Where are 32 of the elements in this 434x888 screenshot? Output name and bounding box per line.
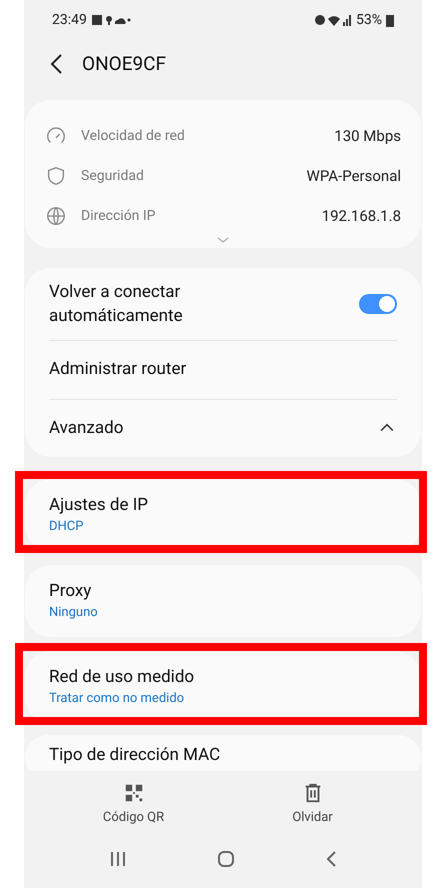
network-title: ONOE9CF (82, 50, 166, 77)
info-value: WPA-Personal (306, 166, 401, 187)
setting-label[interactable]: Administrar router (49, 359, 186, 379)
info-value: 130 Mbps (334, 126, 401, 147)
option-value: DHCP (49, 518, 84, 536)
shield-icon (45, 165, 67, 187)
option-card[interactable]: Proxy Ninguno (25, 565, 421, 637)
info-label: Velocidad de red (81, 126, 186, 146)
bottom-action[interactable]: Código QR (74, 782, 194, 828)
setting-label: Volver a conectar automáticamente (49, 281, 184, 328)
battery-percent: 53% (356, 10, 382, 30)
back-icon[interactable] (325, 851, 337, 867)
status-icons (314, 13, 352, 27)
setting-label[interactable]: Avanzado (49, 416, 124, 441)
option-value: Tratar como no medido (49, 690, 186, 708)
battery-icon (386, 14, 394, 26)
info-value: 192.168.1.8 (322, 206, 401, 227)
option-card[interactable]: Tipo de dirección MAC (25, 735, 421, 771)
notification-icons (90, 14, 131, 26)
option-title: Red de uso medido (49, 666, 196, 689)
recent-apps-icon[interactable] (109, 851, 127, 867)
home-icon[interactable] (217, 851, 235, 867)
option-title: Proxy (49, 580, 92, 603)
option-title: Ajustes de IP (49, 494, 150, 517)
option-value: Ninguno (49, 604, 99, 622)
bottom-action[interactable]: Olvidar (252, 782, 372, 828)
info-label: Dirección IP (81, 206, 157, 226)
option-title: Tipo de dirección MAC (49, 744, 222, 767)
info-label: Seguridad (81, 166, 145, 186)
status-time: 23:49 (52, 10, 87, 30)
globe-icon (45, 205, 67, 227)
toggle-switch[interactable] (359, 294, 397, 314)
